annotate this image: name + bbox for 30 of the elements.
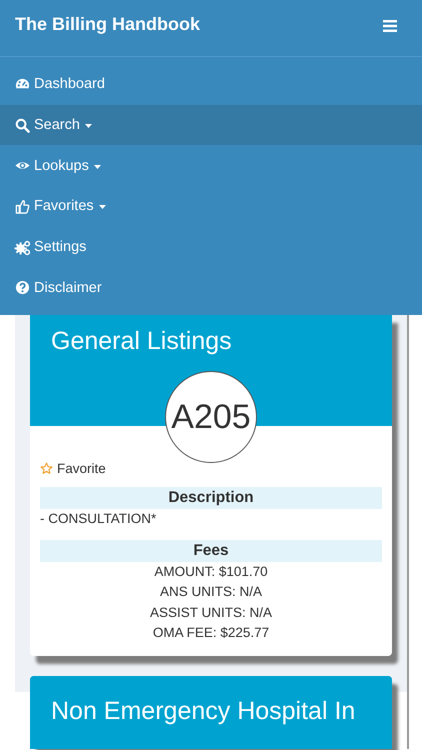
menu-label: Disclaimer xyxy=(34,280,102,296)
menu-label: Search xyxy=(34,117,80,134)
detail-text: - CONSULTATION* xyxy=(40,510,158,528)
menu-item[interactable]: Dashboard xyxy=(0,64,422,105)
card-title: Non Emergency Hospital In xyxy=(51,696,356,727)
dashboard-icon xyxy=(15,76,30,92)
menu-item[interactable]: Disclaimer xyxy=(0,267,422,308)
detail-text: OMA FEE: $225.77 xyxy=(152,624,270,642)
detail-text: ASSIST UNITS: N/A xyxy=(148,604,274,622)
code-badge: A205 xyxy=(165,371,257,464)
menu-label: Lookups xyxy=(34,158,89,174)
menu-icon[interactable] xyxy=(383,20,397,32)
menu-item[interactable]: Settings xyxy=(0,226,422,268)
detail-text: ANS UNITS: N/A xyxy=(158,583,263,602)
favorite-toggle[interactable]: Favorite xyxy=(40,461,106,476)
section-heading: Description xyxy=(40,487,382,510)
thumbs-up-icon xyxy=(15,198,30,214)
section-heading: Fees xyxy=(40,540,382,562)
app-title: The Billing Handbook xyxy=(15,14,200,34)
card-title: General Listings xyxy=(51,326,233,358)
help-icon xyxy=(15,280,30,296)
menu-label: Dashboard xyxy=(34,76,105,92)
menu-label: Favorites xyxy=(34,198,94,214)
menu-item[interactable]: Lookups xyxy=(0,145,422,186)
menu-item[interactable]: Favorites xyxy=(0,186,422,227)
detail-text: AMOUNT: $101.70 xyxy=(153,562,269,581)
menu-item[interactable]: Search xyxy=(0,104,422,146)
search-icon xyxy=(15,118,30,133)
settings-icon xyxy=(15,240,30,255)
menu-label: Settings xyxy=(34,239,86,256)
